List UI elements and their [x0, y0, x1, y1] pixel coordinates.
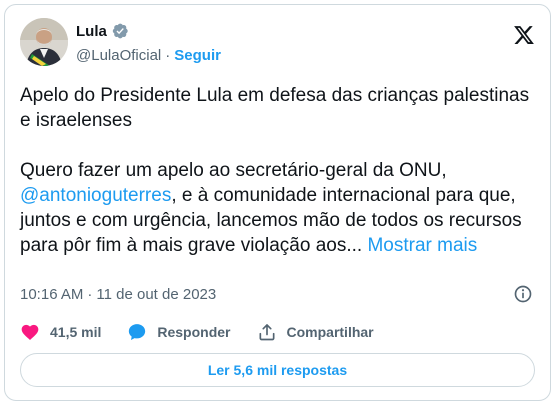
tweet-paragraph: Quero fazer um apelo ao secretário-geral… [20, 158, 540, 258]
tweet-actions: 41,5 mil Responder Compartilhar [20, 321, 400, 343]
tweet-header: Lula @LulaOficial · Seguir [20, 18, 535, 70]
author-block: Lula @LulaOficial · Seguir [76, 21, 221, 65]
info-icon[interactable] [513, 284, 533, 304]
follow-button[interactable]: Seguir [174, 47, 221, 64]
speech-bubble-icon [129, 324, 146, 340]
paragraph-start: Quero fazer um apelo ao secretário-geral… [20, 160, 447, 181]
reply-label: Responder [157, 324, 231, 340]
mention-link[interactable]: @antonioguterres [20, 185, 171, 206]
tweet-title-line: Apelo do Presidente Lula em defesa das c… [20, 85, 530, 131]
like-count: 41,5 mil [50, 324, 102, 340]
handle-row: @LulaOficial · Seguir [76, 45, 221, 65]
tweet-text: Apelo do Presidente Lula em defesa das c… [20, 83, 540, 258]
meta-separator: · [87, 285, 93, 303]
avatar-image [20, 18, 68, 66]
author-handle[interactable]: @LulaOficial [76, 47, 161, 64]
x-logo-icon[interactable] [513, 24, 535, 46]
verified-badge-icon[interactable] [111, 22, 129, 40]
share-button[interactable]: Compartilhar [257, 322, 374, 342]
tweet-meta: 10:16 AM · 11 de out de 2023 [20, 284, 535, 304]
author-name[interactable]: Lula [76, 23, 107, 40]
tweet-date[interactable]: 11 de out de 2023 [96, 286, 216, 303]
avatar[interactable] [20, 18, 68, 66]
tweet-card: Lula @LulaOficial · Seguir Apelo do Pres… [4, 4, 551, 401]
read-replies-button[interactable]: Ler 5,6 mil respostas [20, 353, 535, 387]
like-button[interactable]: 41,5 mil [20, 322, 101, 342]
reply-button[interactable]: Responder [127, 322, 231, 342]
handle-separator: · [165, 46, 171, 64]
show-more-link[interactable]: Mostrar mais [367, 235, 477, 256]
name-row: Lula [76, 21, 221, 41]
tweet-time[interactable]: 10:16 AM [20, 286, 83, 303]
share-upload-icon [259, 324, 274, 341]
heart-icon [21, 324, 39, 340]
share-label: Compartilhar [286, 324, 374, 340]
